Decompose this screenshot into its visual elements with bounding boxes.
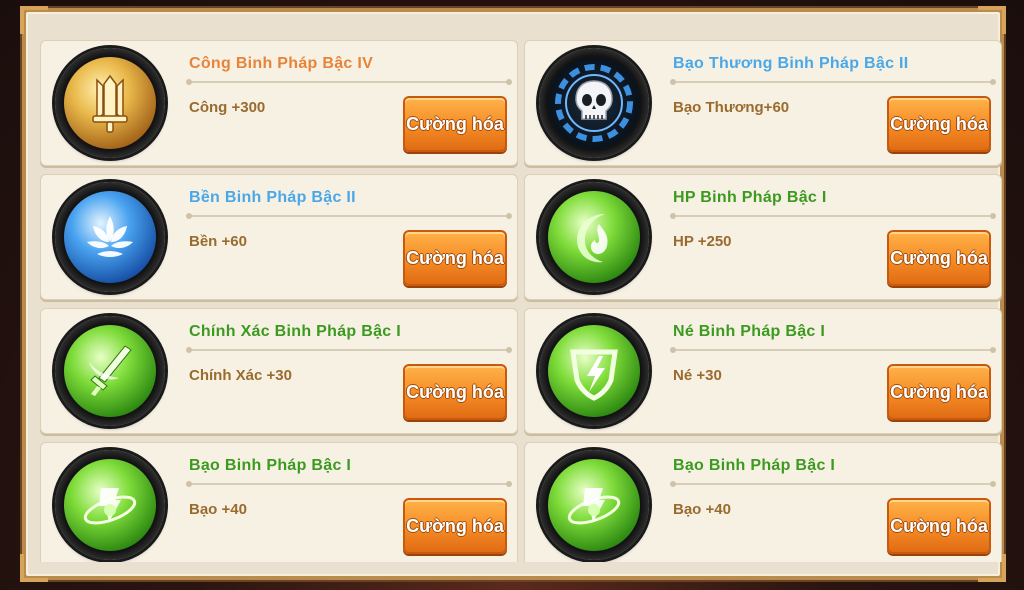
skill-stat: HP +250: [673, 233, 732, 250]
sword-icon: [64, 325, 156, 417]
upgrade-button[interactable]: Cường hóa: [887, 498, 991, 554]
skill-card: Né Binh Pháp Bậc I Né +30 Cường hóa: [524, 308, 1002, 434]
skill-title: Chính Xác Binh Pháp Bậc I: [189, 323, 401, 340]
skull-icon: [548, 57, 640, 149]
divider: [186, 213, 512, 219]
skill-card: HP Binh Pháp Bậc I HP +250 Cường hóa: [524, 174, 1002, 300]
flame-crescent-icon: [548, 191, 640, 283]
skill-card: Chính Xác Binh Pháp Bậc I Chính Xác +30 …: [40, 308, 518, 434]
skill-stat: Bền +60: [189, 233, 247, 250]
skill-title: Bạo Binh Pháp Bậc I: [673, 457, 836, 474]
divider: [186, 347, 512, 353]
skill-title: Bạo Thương Binh Pháp Bậc II: [673, 55, 909, 72]
upgrade-button[interactable]: Cường hóa: [403, 364, 507, 420]
orbit-icon: [64, 459, 156, 551]
skill-card: Bền Binh Pháp Bậc II Bền +60 Cường hóa: [40, 174, 518, 300]
skill-title: Bạo Binh Pháp Bậc I: [189, 457, 352, 474]
skill-icon-frame: [539, 48, 649, 158]
skill-card: Bạo Thương Binh Pháp Bậc II Bạo Thương+6…: [524, 40, 1002, 166]
skill-icon-frame: [55, 182, 165, 292]
divider: [670, 347, 996, 353]
divider: [670, 213, 996, 219]
skill-stat: Chính Xác +30: [189, 367, 292, 384]
upgrade-button[interactable]: Cường hóa: [887, 230, 991, 286]
skill-title: Né Binh Pháp Bậc I: [673, 323, 826, 340]
skill-title: Công Binh Pháp Bậc IV: [189, 55, 374, 72]
frame-corner: [20, 6, 48, 34]
upgrade-button[interactable]: Cường hóa: [887, 364, 991, 420]
skill-panel: Công Binh Pháp Bậc IV Công +300 Cường hó…: [20, 6, 1006, 582]
divider: [670, 79, 996, 85]
skill-title: HP Binh Pháp Bậc I: [673, 189, 827, 206]
skill-stat: Bạo Thương+60: [673, 99, 790, 116]
skill-icon-frame: [55, 450, 165, 560]
lotus-icon: [64, 191, 156, 283]
divider: [186, 79, 512, 85]
skill-stat: Công +300: [189, 99, 266, 116]
skill-stat: Né +30: [673, 367, 722, 384]
upgrade-button[interactable]: Cường hóa: [403, 230, 507, 286]
frame-corner: [978, 6, 1006, 34]
upgrade-button[interactable]: Cường hóa: [887, 96, 991, 152]
skill-title: Bền Binh Pháp Bậc II: [189, 189, 356, 206]
lightning-shield-icon: [548, 325, 640, 417]
divider: [670, 481, 996, 487]
orbit-icon: [548, 459, 640, 551]
skill-card: Công Binh Pháp Bậc IV Công +300 Cường hó…: [40, 40, 518, 166]
skill-stat: Bạo +40: [673, 501, 731, 518]
skill-grid[interactable]: Công Binh Pháp Bậc IV Công +300 Cường hó…: [40, 40, 1002, 562]
skill-icon-frame: [55, 48, 165, 158]
skill-stat: Bạo +40: [189, 501, 247, 518]
upgrade-button[interactable]: Cường hóa: [403, 498, 507, 554]
skill-card: Bạo Binh Pháp Bậc I Bạo +40 Cường hóa: [40, 442, 518, 562]
skill-icon-frame: [539, 450, 649, 560]
divider: [186, 481, 512, 487]
skill-icon-frame: [539, 182, 649, 292]
trident-icon: [64, 57, 156, 149]
skill-card: Bạo Binh Pháp Bậc I Bạo +40 Cường hóa: [524, 442, 1002, 562]
skill-icon-frame: [55, 316, 165, 426]
skill-icon-frame: [539, 316, 649, 426]
upgrade-button[interactable]: Cường hóa: [403, 96, 507, 152]
